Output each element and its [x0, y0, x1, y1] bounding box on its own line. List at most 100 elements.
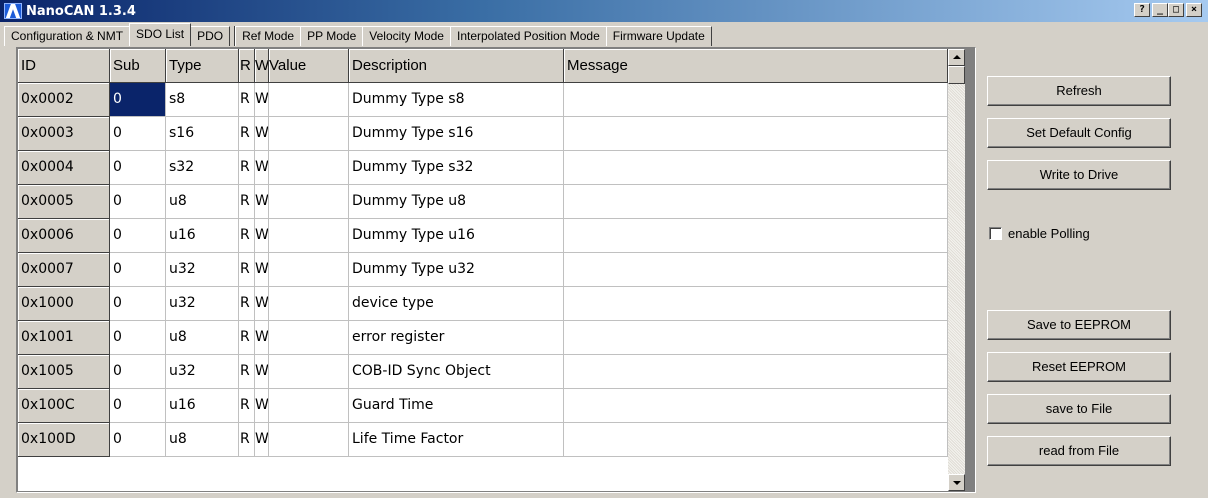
cell-r[interactable]: R — [239, 355, 255, 389]
cell-id[interactable]: 0x1000 — [18, 287, 110, 321]
cell-sub[interactable]: 0 — [110, 253, 166, 287]
table-row[interactable]: 0x0002 0 s8 R W Dummy Type s8 — [18, 83, 948, 117]
cell-w[interactable]: W — [255, 117, 269, 151]
cell-id[interactable]: 0x0006 — [18, 219, 110, 253]
cell-type[interactable]: u16 — [166, 389, 239, 423]
column-header-description[interactable]: Description — [349, 49, 564, 83]
column-header-type[interactable]: Type — [166, 49, 239, 83]
cell-type[interactable]: u16 — [166, 219, 239, 253]
cell-value[interactable] — [269, 151, 349, 185]
cell-w[interactable]: W — [255, 83, 269, 117]
cell-type[interactable]: s8 — [166, 83, 239, 117]
tab-sdo-list[interactable]: SDO List — [129, 23, 192, 46]
column-header-r[interactable]: R — [239, 49, 255, 83]
cell-type[interactable]: u32 — [166, 287, 239, 321]
tab-interpolated-position-mode[interactable]: Interpolated Position Mode — [449, 26, 607, 46]
close-button[interactable]: × — [1186, 3, 1202, 17]
cell-message[interactable] — [564, 83, 948, 117]
cell-description[interactable]: Dummy Type s32 — [349, 151, 564, 185]
tab-configuration-nmt[interactable]: Configuration & NMT — [4, 26, 131, 46]
enable-polling-checkbox[interactable] — [989, 227, 1002, 240]
cell-message[interactable] — [564, 151, 948, 185]
cell-w[interactable]: W — [255, 287, 269, 321]
cell-sub[interactable]: 0 — [110, 355, 166, 389]
cell-description[interactable]: Guard Time — [349, 389, 564, 423]
minimize-button[interactable]: _ — [1152, 3, 1168, 17]
cell-description[interactable]: Dummy Type u8 — [349, 185, 564, 219]
cell-w[interactable]: W — [255, 423, 269, 457]
save-to-file-button[interactable]: save to File — [987, 394, 1171, 424]
cell-message[interactable] — [564, 117, 948, 151]
cell-sub[interactable]: 0 — [110, 287, 166, 321]
tab-firmware-update[interactable]: Firmware Update — [605, 26, 712, 46]
maximize-button[interactable]: □ — [1168, 3, 1184, 17]
cell-description[interactable]: error register — [349, 321, 564, 355]
cell-r[interactable]: R — [239, 321, 255, 355]
cell-r[interactable]: R — [239, 151, 255, 185]
column-header-id[interactable]: ID — [18, 49, 110, 83]
vertical-scrollbar[interactable] — [948, 49, 965, 491]
cell-id[interactable]: 0x100C — [18, 389, 110, 423]
cell-r[interactable]: R — [239, 219, 255, 253]
cell-id[interactable]: 0x0003 — [18, 117, 110, 151]
cell-message[interactable] — [564, 185, 948, 219]
cell-id[interactable]: 0x1005 — [18, 355, 110, 389]
cell-value[interactable] — [269, 83, 349, 117]
table-row[interactable]: 0x100D 0 u8 R W Life Time Factor — [18, 423, 948, 457]
cell-value[interactable] — [269, 219, 349, 253]
write-to-drive-button[interactable]: Write to Drive — [987, 160, 1171, 190]
cell-message[interactable] — [564, 321, 948, 355]
cell-value[interactable] — [269, 185, 349, 219]
column-header-sub[interactable]: Sub — [110, 49, 166, 83]
cell-message[interactable] — [564, 287, 948, 321]
cell-r[interactable]: R — [239, 185, 255, 219]
enable-polling-checkbox-row[interactable]: enable Polling — [989, 226, 1090, 241]
table-row[interactable]: 0x0003 0 s16 R W Dummy Type s16 — [18, 117, 948, 151]
table-row[interactable]: 0x1005 0 u32 R W COB-ID Sync Object — [18, 355, 948, 389]
table-row[interactable]: 0x0006 0 u16 R W Dummy Type u16 — [18, 219, 948, 253]
help-button[interactable]: ? — [1134, 3, 1150, 17]
table-row[interactable]: 0x1001 0 u8 R Werror register — [18, 321, 948, 355]
cell-type[interactable]: u8 — [166, 185, 239, 219]
cell-id[interactable]: 0x100D — [18, 423, 110, 457]
cell-type[interactable]: u8 — [166, 321, 239, 355]
cell-value[interactable] — [269, 253, 349, 287]
cell-r[interactable]: R — [239, 389, 255, 423]
scroll-down-button[interactable] — [948, 474, 965, 491]
cell-message[interactable] — [564, 253, 948, 287]
cell-w[interactable]: W — [255, 321, 269, 355]
table-row[interactable]: 0x0005 0 u8 R W Dummy Type u8 — [18, 185, 948, 219]
cell-type[interactable]: u8 — [166, 423, 239, 457]
cell-description[interactable]: device type — [349, 287, 564, 321]
cell-r[interactable]: R — [239, 423, 255, 457]
cell-id[interactable]: 0x0004 — [18, 151, 110, 185]
cell-value[interactable] — [269, 423, 349, 457]
cell-id[interactable]: 0x0007 — [18, 253, 110, 287]
cell-id[interactable]: 0x1001 — [18, 321, 110, 355]
tab-ref-mode[interactable]: Ref Mode — [235, 26, 302, 46]
cell-type[interactable]: s32 — [166, 151, 239, 185]
table-row[interactable]: 0x1000 0 u32 R Wdevice type — [18, 287, 948, 321]
tab-pdo[interactable]: PDO — [190, 26, 231, 46]
cell-w[interactable]: W — [255, 151, 269, 185]
cell-value[interactable] — [269, 389, 349, 423]
tab-velocity-mode[interactable]: Velocity Mode — [362, 26, 451, 46]
table-row[interactable]: 0x0007 0 u32 R W Dummy Type u32 — [18, 253, 948, 287]
cell-id[interactable]: 0x0002 — [18, 83, 110, 117]
cell-sub[interactable]: 0 — [110, 219, 166, 253]
reset-eeprom-button[interactable]: Reset EEPROM — [987, 352, 1171, 382]
cell-w[interactable]: W — [255, 185, 269, 219]
cell-id[interactable]: 0x0005 — [18, 185, 110, 219]
cell-r[interactable]: R — [239, 287, 255, 321]
cell-message[interactable] — [564, 355, 948, 389]
cell-sub[interactable]: 0 — [110, 389, 166, 423]
cell-sub[interactable]: 0 — [110, 151, 166, 185]
cell-type[interactable]: u32 — [166, 355, 239, 389]
cell-value[interactable] — [269, 287, 349, 321]
cell-message[interactable] — [564, 423, 948, 457]
cell-value[interactable] — [269, 355, 349, 389]
cell-w[interactable]: W — [255, 253, 269, 287]
cell-sub[interactable]: 0 — [110, 185, 166, 219]
table-row[interactable]: 0x100C 0 u16 R W Guard Time — [18, 389, 948, 423]
cell-r[interactable]: R — [239, 83, 255, 117]
